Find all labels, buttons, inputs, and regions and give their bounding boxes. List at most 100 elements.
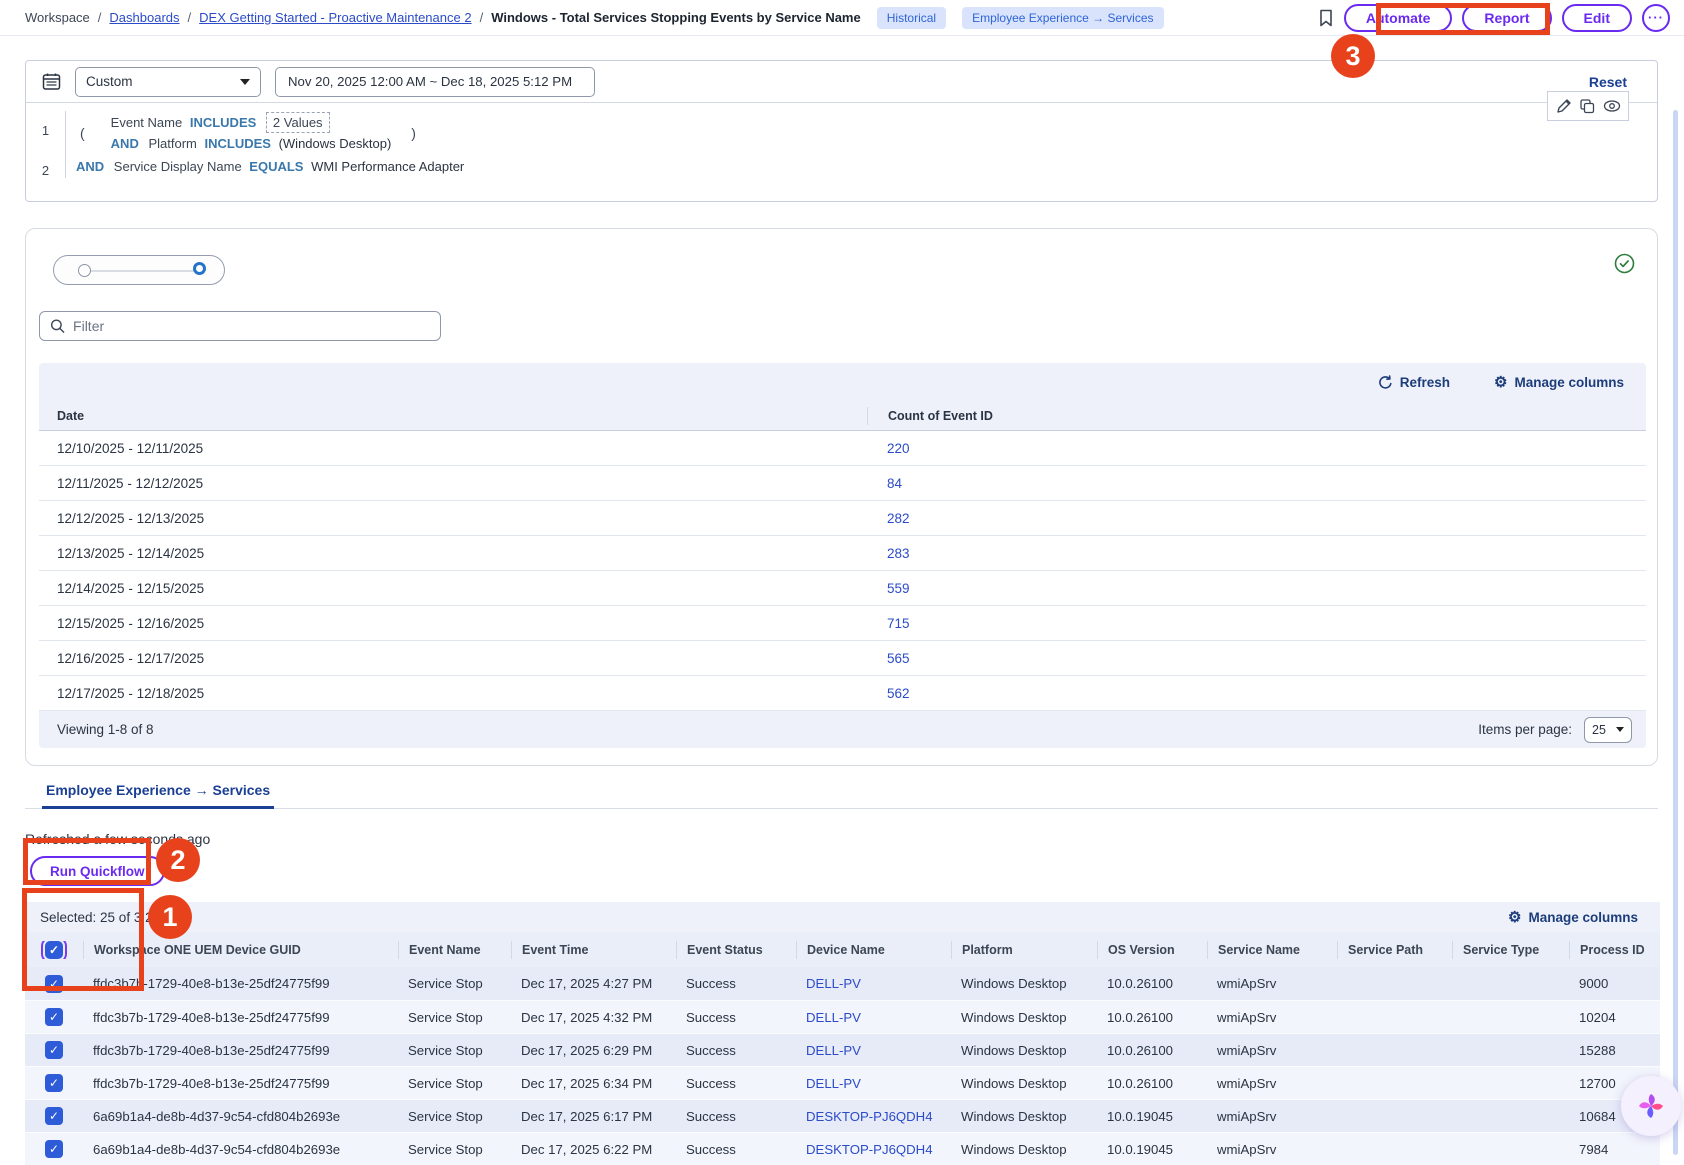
select-all-checkbox[interactable]: ✓ <box>45 941 63 959</box>
column-header-date[interactable]: Date <box>39 409 867 423</box>
table-row: 12/16/2025 - 12/17/2025565 <box>39 641 1646 676</box>
row-checkbox[interactable]: ✓ <box>45 1008 63 1026</box>
column-header-service-path[interactable]: Service Path <box>1337 941 1452 959</box>
success-check-icon <box>1614 253 1635 274</box>
category-badge: Employee Experience → Services <box>962 7 1163 29</box>
manage-columns-button[interactable]: ⚙ Manage columns <box>1508 908 1638 926</box>
copy-icon[interactable] <box>1579 98 1595 114</box>
calendar-icon <box>42 72 61 91</box>
column-header-event-name[interactable]: Event Name <box>398 941 511 959</box>
toggle-left-knob[interactable] <box>78 264 91 277</box>
selected-count: Selected: 25 of 3,2 <box>40 910 153 925</box>
eye-icon[interactable] <box>1603 99 1621 113</box>
device-link[interactable]: DELL-PV <box>796 1010 951 1025</box>
device-link[interactable]: DESKTOP-PJ6QDH4 <box>796 1142 951 1157</box>
row-checkbox[interactable]: ✓ <box>45 1107 63 1125</box>
count-link[interactable]: 559 <box>867 581 910 596</box>
results-header-row: Date Count of Event ID <box>39 401 1646 431</box>
items-per-page-label: Items per page: <box>1478 722 1572 737</box>
events-header-row: ✓ Workspace ONE UEM Device GUID Event Na… <box>25 932 1660 967</box>
column-header-event-status[interactable]: Event Status <box>676 941 796 959</box>
row-checkbox[interactable]: ✓ <box>45 1140 63 1158</box>
count-link[interactable]: 715 <box>867 616 910 631</box>
more-actions-button[interactable]: ··· <box>1642 4 1670 32</box>
refresh-button[interactable]: Refresh <box>1378 375 1450 390</box>
rules-toolbar <box>1547 91 1629 121</box>
reset-link[interactable]: Reset <box>1589 74 1641 90</box>
rule-value-chip[interactable]: 2 Values <box>266 112 330 133</box>
count-link[interactable]: 565 <box>867 651 910 666</box>
column-header-service-type[interactable]: Service Type <box>1452 941 1569 959</box>
table-row: 12/11/2025 - 12/12/202584 <box>39 466 1646 501</box>
vertical-scrollbar[interactable] <box>1673 110 1678 1155</box>
chevron-down-icon <box>1616 727 1624 732</box>
bookmark-icon[interactable] <box>1318 9 1334 27</box>
edit-button[interactable]: Edit <box>1562 4 1632 32</box>
count-link[interactable]: 84 <box>867 476 902 491</box>
table-row: ✓ 6a69b1a4-de8b-4d37-9c54-cfd804b2693e S… <box>25 1132 1660 1165</box>
column-header-platform[interactable]: Platform <box>951 941 1097 959</box>
count-link[interactable]: 282 <box>867 511 910 526</box>
report-button[interactable]: Report <box>1462 4 1551 32</box>
results-panel: Refresh ⚙ Manage columns Date Count of E… <box>25 228 1658 766</box>
count-link[interactable]: 283 <box>867 546 910 561</box>
table-row: ✓ ffdc3b7b-1729-40e8-b13e-25df24775f99 S… <box>25 1033 1660 1066</box>
header-actions: Automate Report Edit ··· <box>1318 4 1670 32</box>
filter-panel: Custom Nov 20, 2025 12:00 AM ~ Dec 18, 2… <box>25 60 1658 202</box>
rule-1-line-2: AND Platform INCLUDES (Windows Desktop) <box>111 136 392 151</box>
items-per-page-select[interactable]: 25 <box>1584 717 1632 743</box>
count-link[interactable]: 220 <box>867 441 910 456</box>
rule-1: ( Event Name INCLUDES 2 Values AND Platf… <box>66 111 1657 155</box>
table-row: ✓ ffdc3b7b-1729-40e8-b13e-25df24775f99 S… <box>25 1066 1660 1099</box>
table-row: ✓ ffdc3b7b-1729-40e8-b13e-25df24775f99 S… <box>25 967 1660 1000</box>
events-table: Selected: 25 of 3,2 ⚙ Manage columns ✓ W… <box>25 902 1660 1165</box>
rule-number: 1 <box>26 111 66 155</box>
breadcrumb-separator: / <box>98 10 102 25</box>
tab-employee-experience-services[interactable]: Employee Experience → Services <box>42 776 274 809</box>
table-row: ✓ ffdc3b7b-1729-40e8-b13e-25df24775f99 S… <box>25 1000 1660 1033</box>
breadcrumb-dashboard-name-link[interactable]: DEX Getting Started - Proactive Maintena… <box>199 10 471 25</box>
row-checkbox[interactable]: ✓ <box>45 1074 63 1092</box>
column-header-event-time[interactable]: Event Time <box>511 941 676 959</box>
refresh-icon <box>1378 375 1393 390</box>
device-link[interactable]: DELL-PV <box>796 1076 951 1091</box>
device-link[interactable]: DELL-PV <box>796 1043 951 1058</box>
run-quickflow-button[interactable]: Run Quickflow <box>30 856 165 886</box>
page-title: Windows - Total Services Stopping Events… <box>491 10 861 25</box>
top-bar: Workspace / Dashboards / DEX Getting Sta… <box>0 0 1684 36</box>
breadcrumb: Workspace / Dashboards / DEX Getting Sta… <box>25 7 1164 29</box>
row-checkbox[interactable]: ✓ <box>45 1041 63 1059</box>
chart-table-toggle[interactable] <box>53 255 225 285</box>
chevron-down-icon <box>240 79 250 85</box>
search-icon <box>50 318 65 334</box>
column-header-count[interactable]: Count of Event ID <box>867 407 993 425</box>
assistant-fab-button[interactable] <box>1621 1076 1681 1136</box>
device-link[interactable]: DELL-PV <box>796 976 951 991</box>
rule-2: AND Service Display Name EQUALS WMI Perf… <box>66 155 1657 178</box>
automate-button[interactable]: Automate <box>1344 4 1453 32</box>
edit-pencil-icon[interactable] <box>1556 98 1572 114</box>
column-header-guid[interactable]: Workspace ONE UEM Device GUID <box>83 941 398 959</box>
breadcrumb-dashboards-link[interactable]: Dashboards <box>109 10 179 25</box>
filter-input[interactable] <box>73 318 430 334</box>
column-header-service-name[interactable]: Service Name <box>1207 941 1337 959</box>
gear-icon: ⚙ <box>1508 908 1521 926</box>
open-paren: ( <box>76 125 89 141</box>
refreshed-status: Refreshed a few seconds ago <box>25 831 210 847</box>
table-row: 12/14/2025 - 12/15/2025559 <box>39 571 1646 606</box>
device-link[interactable]: DESKTOP-PJ6QDH4 <box>796 1109 951 1124</box>
row-checkbox[interactable]: ✓ <box>45 975 63 993</box>
date-filter-row: Custom Nov 20, 2025 12:00 AM ~ Dec 18, 2… <box>26 61 1657 103</box>
column-header-process-id[interactable]: Process ID <box>1569 941 1660 959</box>
tab-bar: Employee Experience → Services <box>25 776 1658 809</box>
count-link[interactable]: 562 <box>867 686 910 701</box>
column-header-device-name[interactable]: Device Name <box>796 941 951 959</box>
date-range-input[interactable]: Nov 20, 2025 12:00 AM ~ Dec 18, 2025 5:1… <box>275 67 595 97</box>
toggle-right-knob[interactable] <box>193 262 206 275</box>
results-toolbar: Refresh ⚙ Manage columns <box>39 363 1646 401</box>
rule-number: 2 <box>26 155 66 178</box>
column-header-os-version[interactable]: OS Version <box>1097 941 1207 959</box>
manage-columns-button[interactable]: ⚙ Manage columns <box>1494 373 1624 391</box>
date-preset-select[interactable]: Custom <box>75 67 261 97</box>
table-row: 12/17/2025 - 12/18/2025562 <box>39 676 1646 711</box>
